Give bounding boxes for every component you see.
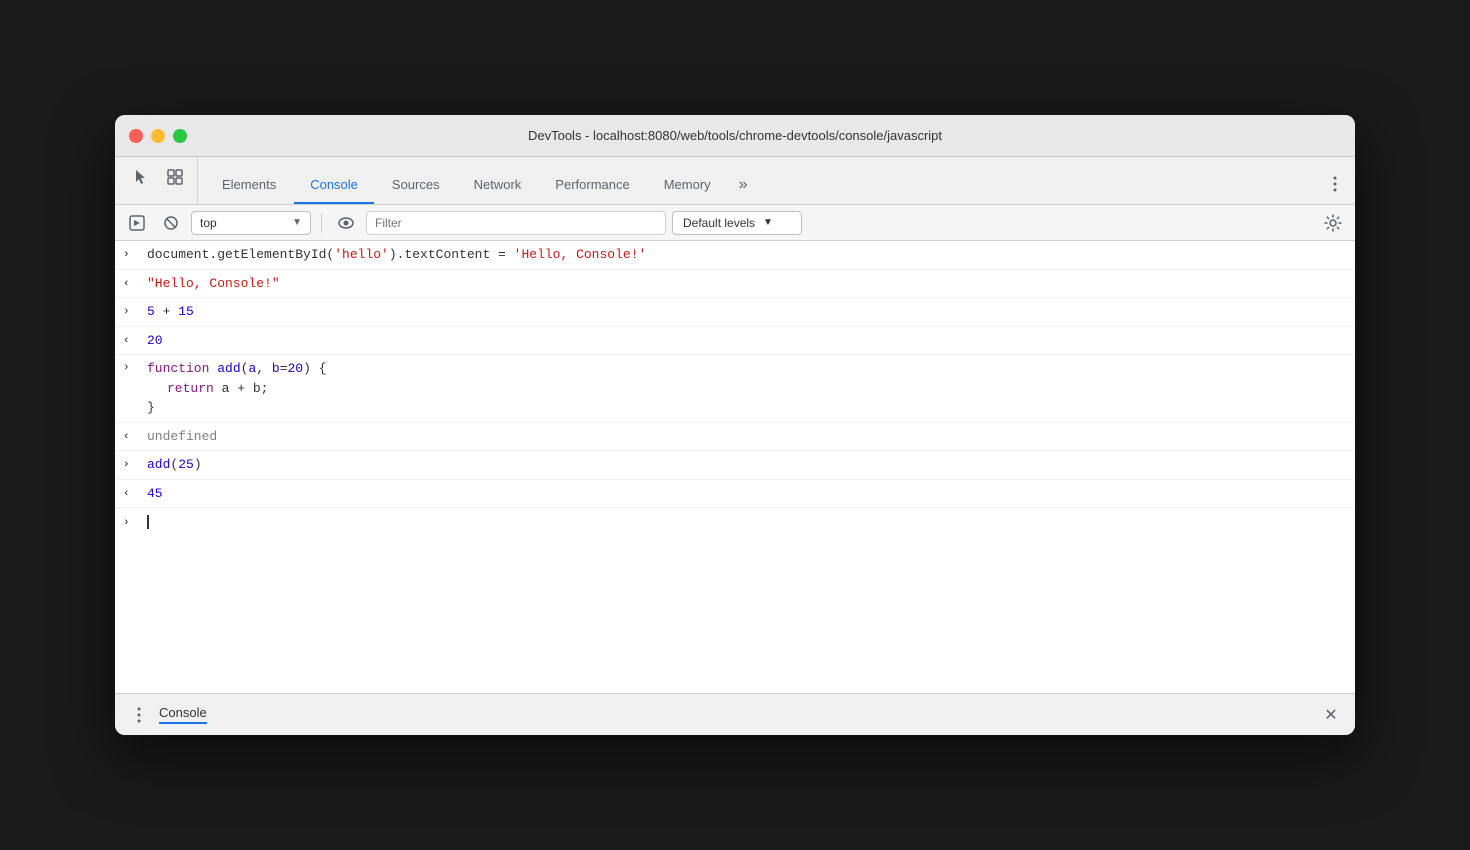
tab-console[interactable]: Console [294, 157, 374, 204]
window-controls [129, 129, 187, 143]
console-code: add(25) [143, 455, 1347, 475]
output-arrow: ‹ [123, 274, 143, 293]
console-line: › add(25) [115, 451, 1355, 480]
tab-elements[interactable]: Elements [206, 157, 292, 204]
vertical-dots-icon[interactable] [1323, 172, 1347, 196]
settings-button[interactable] [1319, 209, 1347, 237]
console-line: › document.getElementById('hello').textC… [115, 241, 1355, 270]
bottom-console-tab[interactable]: Console [159, 705, 207, 724]
close-button[interactable] [129, 129, 143, 143]
console-input-line[interactable]: › [115, 508, 1355, 536]
bottom-dots-menu[interactable] [127, 703, 151, 727]
console-cursor [143, 512, 149, 532]
tab-performance[interactable]: Performance [539, 157, 645, 204]
tab-bar: Elements Console Sources Network Perform… [115, 157, 1355, 205]
console-output-value: 20 [143, 331, 1347, 351]
console-line: ‹ 20 [115, 327, 1355, 356]
cursor-icon[interactable] [127, 163, 155, 191]
console-output-value: undefined [143, 427, 1347, 447]
console-line: ‹ 45 [115, 480, 1355, 509]
toolbar-icons [123, 157, 198, 204]
tab-sources[interactable]: Sources [376, 157, 456, 204]
console-line: › 5 + 15 [115, 298, 1355, 327]
input-arrow: › [123, 245, 143, 264]
console-line: › function add(a, b=20) { return a + b; … [115, 355, 1355, 423]
cursor [147, 515, 149, 529]
console-toolbar: top ▼ Default levels ▼ [115, 205, 1355, 241]
input-prompt-arrow: › [123, 513, 143, 532]
output-arrow: ‹ [123, 484, 143, 503]
levels-arrow: ▼ [763, 217, 773, 228]
console-code: function add(a, b=20) { return a + b; } [143, 359, 1347, 418]
inspect-icon[interactable] [161, 163, 189, 191]
clear-console-button[interactable] [157, 209, 185, 237]
console-line: ‹ "Hello, Console!" [115, 270, 1355, 299]
output-arrow: ‹ [123, 427, 143, 446]
tab-network[interactable]: Network [458, 157, 538, 204]
console-code: 5 + 15 [143, 302, 1347, 322]
execute-context-button[interactable] [123, 209, 151, 237]
live-expression-button[interactable] [332, 209, 360, 237]
filter-input[interactable] [366, 211, 666, 235]
toolbar-divider [321, 213, 322, 233]
input-arrow: › [123, 455, 143, 474]
console-output-value: "Hello, Console!" [143, 274, 1347, 294]
input-arrow: › [123, 359, 143, 377]
title-bar: DevTools - localhost:8080/web/tools/chro… [115, 115, 1355, 157]
output-arrow: ‹ [123, 331, 143, 350]
levels-dropdown[interactable]: Default levels ▼ [672, 211, 802, 235]
console-output-value: 45 [143, 484, 1347, 504]
maximize-button[interactable] [173, 129, 187, 143]
devtools-window: DevTools - localhost:8080/web/tools/chro… [115, 115, 1355, 735]
window-title: DevTools - localhost:8080/web/tools/chro… [528, 128, 942, 143]
console-line: ‹ undefined [115, 423, 1355, 452]
context-selector[interactable]: top ▼ [191, 211, 311, 235]
input-arrow: › [123, 302, 143, 321]
context-selector-arrow: ▼ [292, 217, 302, 228]
minimize-button[interactable] [151, 129, 165, 143]
console-output[interactable]: › document.getElementById('hello').textC… [115, 241, 1355, 693]
bottom-bar: Console ✕ [115, 693, 1355, 735]
console-code: document.getElementById('hello').textCon… [143, 245, 1347, 265]
close-drawer-button[interactable]: ✕ [1319, 703, 1343, 727]
tab-end-icons [1323, 172, 1347, 204]
tab-memory[interactable]: Memory [648, 157, 727, 204]
more-tabs-button[interactable]: » [729, 168, 758, 204]
